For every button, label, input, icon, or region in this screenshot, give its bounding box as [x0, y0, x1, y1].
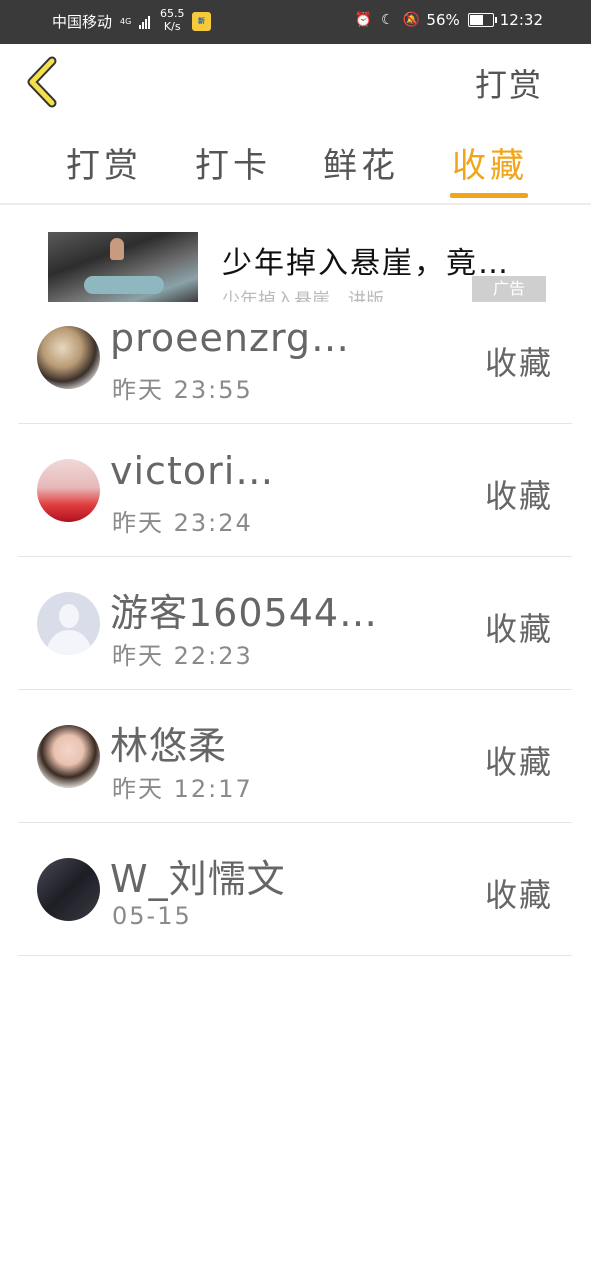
list-item[interactable]: 游客160544… 昨天 22:23 收藏	[0, 558, 591, 690]
favorite-action-label: 收藏	[484, 743, 553, 781]
tab-favorites[interactable]: 收藏	[452, 138, 528, 187]
item-time: 昨天 23:55	[112, 376, 253, 404]
avatar[interactable]	[37, 326, 100, 389]
default-avatar-icon[interactable]	[37, 592, 100, 655]
speed-unit: K/s	[163, 20, 181, 33]
list-item[interactable]: 林悠柔 昨天 12:17 收藏	[0, 691, 591, 823]
status-right: ⏰ ☾ 🔕 56% 12:32	[354, 11, 543, 29]
user-name: W_刘懦文	[110, 857, 286, 901]
user-name: victori…	[110, 449, 275, 493]
tab-flowers[interactable]: 鲜花	[323, 138, 399, 187]
favorite-action-label: 收藏	[484, 344, 553, 382]
favorite-action-label: 收藏	[484, 477, 553, 515]
list-item[interactable]: proeenzrg… 昨天 23:55 收藏	[0, 292, 591, 424]
tab-reward[interactable]: 打赏	[66, 138, 142, 187]
bell-off-icon: 🔕	[402, 12, 421, 28]
speed-value: 65.5	[160, 7, 185, 20]
active-tab-indicator	[450, 193, 528, 198]
list-item[interactable]: W_刘懦文 05-15 收藏	[0, 824, 591, 956]
carrier-label: 中国移动	[52, 13, 113, 31]
favorite-action-label: 收藏	[484, 610, 553, 648]
network-type: 4G	[120, 16, 132, 26]
item-time: 昨天 12:17	[112, 775, 253, 803]
avatar[interactable]	[37, 459, 100, 522]
tab-checkin[interactable]: 打卡	[195, 138, 271, 187]
divider	[18, 689, 572, 690]
divider	[18, 556, 572, 557]
divider	[18, 955, 572, 956]
app-notification-icon: 新	[192, 12, 211, 31]
item-time: 昨天 22:23	[112, 642, 253, 670]
alarm-icon: ⏰	[354, 12, 373, 28]
ad-title[interactable]: 少年掉入悬崖，竟…	[222, 238, 510, 282]
status-bar: 中国移动 4G 65.5 K/s 新 ⏰ ☾ 🔕 56% 12:32	[0, 0, 591, 44]
user-name: 游客160544…	[110, 591, 379, 635]
network-speed: 65.5 K/s	[160, 7, 185, 33]
favorite-action-label: 收藏	[484, 876, 553, 914]
user-name: 林悠柔	[110, 724, 228, 768]
divider	[18, 423, 572, 424]
avatar[interactable]	[37, 858, 100, 921]
tab-bar: 打赏 打卡 鲜花 收藏	[0, 130, 591, 202]
battery-icon	[467, 13, 497, 27]
item-time: 昨天 23:24	[112, 509, 253, 537]
user-name: proeenzrg…	[110, 316, 351, 360]
battery-percent: 56%	[426, 11, 460, 29]
back-arrow-icon[interactable]	[24, 56, 60, 108]
clock: 12:32	[499, 11, 543, 29]
divider	[0, 203, 591, 205]
list-item[interactable]: victori… 昨天 23:24 收藏	[0, 425, 591, 557]
divider	[18, 822, 572, 823]
signal-icon	[139, 15, 151, 29]
avatar[interactable]	[37, 725, 100, 788]
moon-icon: ☾	[381, 12, 394, 28]
status-left: 中国移动 4G	[52, 11, 151, 32]
page-title: 打赏	[474, 66, 543, 104]
item-time: 05-15	[112, 902, 192, 930]
